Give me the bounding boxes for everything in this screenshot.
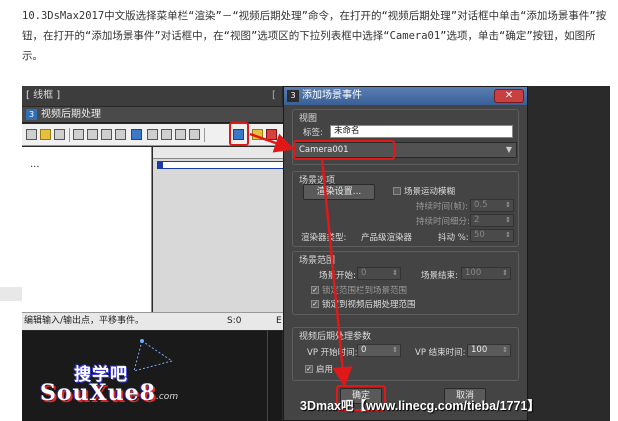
camera-dropdown-highlight: [293, 140, 395, 160]
max-app-icon: 3: [287, 90, 299, 102]
toolbar-separator: [204, 128, 205, 142]
viewport-border-line: [267, 331, 268, 421]
duration-subdivs-value: 2: [474, 215, 480, 225]
status-start-value: S:0: [227, 316, 242, 326]
tutorial-screenshot: [ 线框 ] [ 3 视频后期处理 ... 编辑输入/输出点，平移事件。 S:0 …: [22, 86, 610, 421]
status-text: 编辑输入/输出点，平移事件。: [24, 316, 145, 326]
vp-params-section-label: 视频后期处理参数: [299, 332, 372, 342]
event-queue-panel[interactable]: ...: [22, 147, 152, 317]
video-post-toolbar: [22, 124, 292, 146]
new-sequence-icon[interactable]: [26, 129, 37, 140]
logo-bottom-text: SouXue8: [40, 380, 156, 406]
add-scene-event-highlight: [229, 122, 249, 146]
renderer-type-label: 渲染器类型:: [301, 233, 347, 243]
viewport-tab-label: [ 线框 ]: [22, 86, 282, 106]
scene-range-group: 场景范围 场景开始: 0 ⇕ 场景结束: 100 ⇕ ✓ 锁定范围栏到场景范围 ✓ …: [292, 251, 519, 315]
lock-range-checkbox[interactable]: ✓: [311, 286, 319, 294]
enabled-label: 启用: [316, 365, 334, 375]
execute-sequence-icon[interactable]: [115, 129, 126, 140]
renderer-type-value: 产品级渲染器: [361, 233, 413, 243]
queue-root-item[interactable]: ...: [30, 159, 40, 170]
duration-subdivs-label: 持续时间细分:: [416, 217, 470, 227]
scene-motion-blur-checkbox[interactable]: [393, 187, 401, 195]
scene-start-spinner[interactable]: 0 ⇕: [357, 267, 401, 280]
vp-start-value: 0: [361, 345, 367, 355]
vp-start-label: VP 开始时间:: [307, 348, 358, 358]
scene-end-spinner[interactable]: 100 ⇕: [461, 267, 511, 280]
dither-value: 50: [474, 230, 485, 240]
vp-end-value: 100: [471, 345, 488, 355]
label-field-label: 标签:: [303, 128, 323, 138]
spinner-arrows-icon: ⇕: [502, 269, 508, 277]
scene-motion-blur-label: 场景运动模糊: [404, 187, 456, 197]
watermark-text: 3Dmax吧【www.linecg.com/tieba/1771】: [300, 399, 540, 413]
spinner-arrows-icon: ⇕: [505, 216, 511, 224]
edit-range-bar-icon[interactable]: [131, 129, 142, 140]
swap-events-icon[interactable]: [101, 129, 112, 140]
lock-range-label: 锁定范围栏到场景范围: [322, 286, 408, 296]
vp-end-spinner[interactable]: 100 ⇕: [467, 344, 511, 357]
souxue8-logo: 搜学吧 SouXue8 .com: [40, 360, 180, 415]
duration-frames-spinner[interactable]: 0.5 ⇕: [470, 199, 514, 212]
align-right-icon[interactable]: [161, 129, 172, 140]
scene-range-section-label: 场景范围: [299, 256, 336, 266]
delete-event-icon[interactable]: [87, 129, 98, 140]
open-folder-icon[interactable]: [40, 129, 51, 140]
scene-start-label: 场景开始:: [319, 271, 356, 281]
chevron-down-icon: ▼: [505, 145, 512, 154]
add-scene-event-dialog: 3 添加场景事件 ✕ 视图 标签: 未命名 Camera001 ▼ 场景选项 渲…: [283, 86, 528, 421]
lock-to-vp-checkbox[interactable]: ✓: [311, 300, 319, 308]
lock-to-vp-label: 锁定到视频后期处理范围: [322, 300, 416, 310]
status-end-label: E: [276, 316, 282, 326]
vp-params-group: 视频后期处理参数 VP 开始时间: 0 ⇕ VP 结束时间: 100 ⇕ ✓ 启用: [292, 327, 519, 381]
dialog-title: 添加场景事件: [302, 90, 362, 101]
range-bar[interactable]: [157, 161, 287, 169]
save-icon[interactable]: [54, 129, 65, 140]
spinner-arrows-icon: ⇕: [392, 346, 398, 354]
spinner-arrows-icon: ⇕: [505, 231, 511, 239]
logo-suffix: .com: [156, 392, 179, 402]
add-image-filter-icon[interactable]: [266, 129, 277, 140]
dither-spinner[interactable]: 50 ⇕: [470, 229, 514, 242]
time-ruler: [153, 147, 292, 159]
scene-start-value: 0: [361, 268, 367, 278]
page-gutter-strip: [0, 287, 22, 301]
toolbar-separator: [69, 128, 70, 142]
view-section-label: 视图: [299, 114, 318, 124]
dither-label: 抖动 %:: [438, 233, 469, 243]
vp-start-spinner[interactable]: 0 ⇕: [357, 344, 401, 357]
spinner-arrows-icon: ⇕: [505, 201, 511, 209]
dialog-titlebar: 3 添加场景事件 ✕: [284, 87, 527, 105]
label-input[interactable]: 未命名: [330, 125, 513, 138]
edit-event-icon[interactable]: [73, 129, 84, 140]
scene-end-value: 100: [465, 268, 482, 278]
add-image-input-icon[interactable]: [252, 129, 263, 140]
enabled-checkbox[interactable]: ✓: [305, 365, 313, 373]
video-post-titlebar: 3 视频后期处理: [22, 107, 292, 123]
track-panel[interactable]: [153, 147, 292, 317]
duration-frames-label: 持续时间(帧):: [416, 202, 468, 212]
scene-options-group: 场景选项 渲染设置... 场景运动模糊 持续时间(帧): 0.5 ⇕ 持续时间细分…: [292, 171, 519, 247]
abut-selected-icon[interactable]: [189, 129, 200, 140]
status-bar: 编辑输入/输出点，平移事件。 S:0 E: [22, 312, 292, 330]
align-left-icon[interactable]: [147, 129, 158, 140]
video-post-title: 视频后期处理: [41, 109, 101, 120]
close-button[interactable]: ✕: [494, 89, 524, 103]
duration-frames-value: 0.5: [474, 200, 488, 210]
article-paragraph: 10.3DsMax2017中文版选择菜单栏“渲染”－“视频后期处理”命令，在打开…: [22, 10, 607, 62]
spinner-arrows-icon: ⇕: [502, 346, 508, 354]
make-same-size-icon[interactable]: [175, 129, 186, 140]
max-app-icon: 3: [26, 109, 37, 120]
render-settings-button[interactable]: 渲染设置...: [303, 184, 375, 200]
scene-end-label: 场景结束:: [421, 271, 458, 281]
vp-end-label: VP 结束时间:: [415, 348, 466, 358]
duration-subdivs-spinner[interactable]: 2 ⇕: [470, 214, 514, 227]
spinner-arrows-icon: ⇕: [392, 269, 398, 277]
